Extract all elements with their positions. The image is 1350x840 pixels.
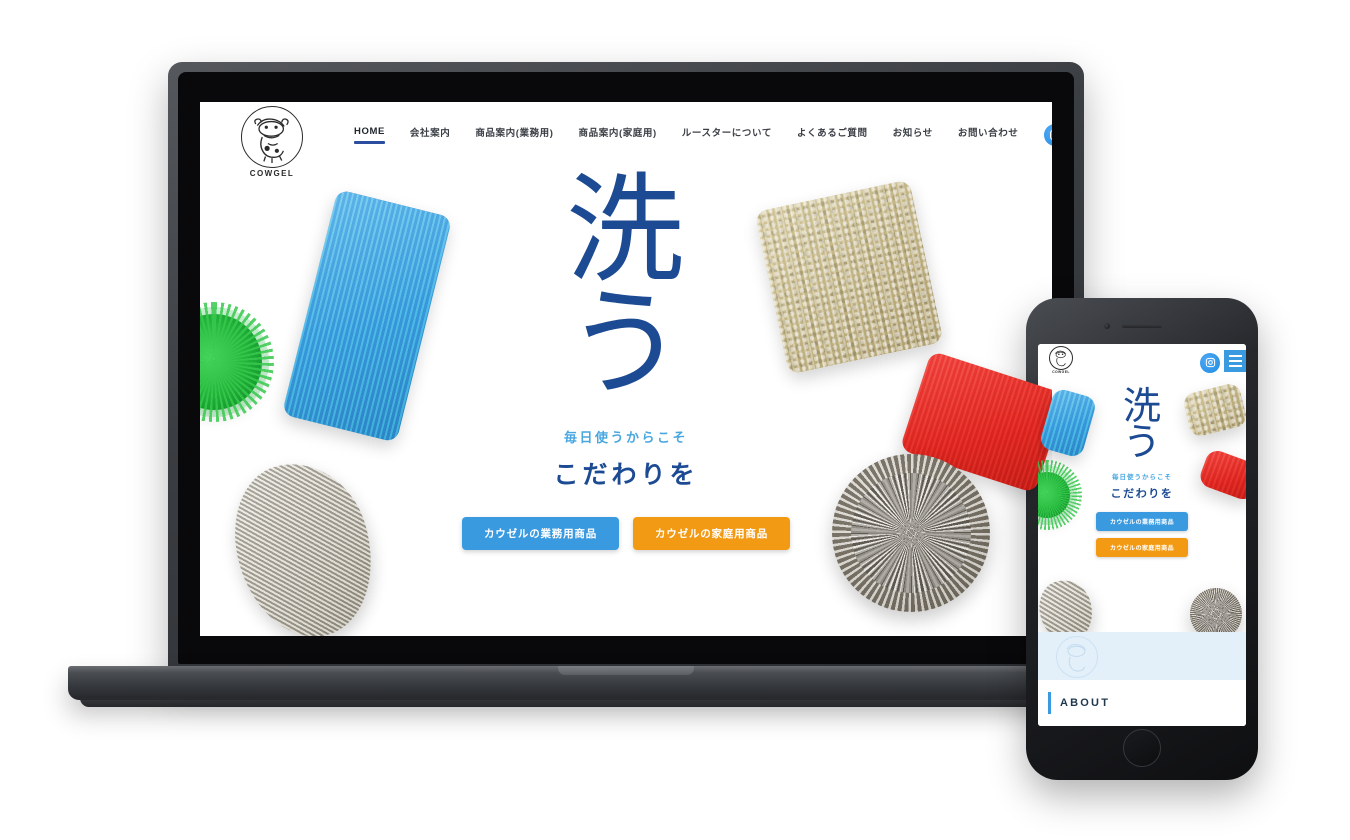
about-section-heading: ABOUT xyxy=(1060,697,1111,709)
nav-item-home[interactable]: HOME xyxy=(354,126,385,144)
mobile-hero-kanji-line-2: う xyxy=(1122,420,1161,465)
cow-logo-icon xyxy=(241,106,303,168)
hero-cta-row: カウゼルの業務用商品 カウゼルの家庭用商品 xyxy=(462,516,790,550)
instagram-icon[interactable] xyxy=(1200,352,1220,373)
mobile-cta-commercial-products-button[interactable]: カウゼルの業務用商品 xyxy=(1095,511,1188,531)
nav-item-contact[interactable]: お問い合わせ xyxy=(958,125,1019,146)
laptop-base-shadow xyxy=(80,698,1172,707)
brand-wordmark: COWGEL xyxy=(249,169,295,178)
primary-nav-list: HOME 会社案内 商品案内(業務用) 商品案内(家庭用) ルースターについて … xyxy=(354,125,1018,146)
mobile-cta-household-products-button[interactable]: カウゼルの家庭用商品 xyxy=(1095,537,1188,557)
site-header-nav: COWGEL HOME 会社案内 商品案内(業務用) 商品案内(家庭用) ルース… xyxy=(200,102,1052,178)
mobile-about-section: ABOUT xyxy=(1038,680,1246,726)
phone-front-camera-icon xyxy=(1104,323,1110,329)
hero-content: 洗 う 毎日使うからこそ こだわりを カウゼルの業務用商品 カウゼルの家庭用商品 xyxy=(200,161,1052,550)
site-logo[interactable]: COWGEL xyxy=(232,102,312,182)
hamburger-menu-icon[interactable] xyxy=(1224,349,1246,372)
mobile-hero-kanji-line-1: 洗 xyxy=(1122,384,1161,428)
mobile-hero-kanji: 洗 う xyxy=(1122,384,1161,465)
mobile-header: COWGEL xyxy=(1038,344,1246,378)
hero-kanji: 洗 う xyxy=(565,161,686,413)
cta-commercial-products-button[interactable]: カウゼルの業務用商品 xyxy=(462,516,619,550)
cta-household-products-button[interactable]: カウゼルの家庭用商品 xyxy=(633,516,790,550)
nav-item-products-household[interactable]: 商品案内(家庭用) xyxy=(579,125,657,146)
mobile-hero-content: 洗 う 毎日使うからこそ こだわりを カウゼルの業務用商品 カウゼルの家庭用商品 xyxy=(1038,384,1246,557)
mobile-header-actions xyxy=(1200,349,1246,373)
mobile-hero-tagline-small: 毎日使うからこそ xyxy=(1112,473,1172,481)
hero-tagline-large: こだわりを xyxy=(553,460,699,489)
nav-item-company[interactable]: 会社案内 xyxy=(410,125,450,146)
about-accent-bar xyxy=(1048,692,1051,714)
hero-tagline-small: 毎日使うからこそ xyxy=(563,429,688,445)
phone-home-button[interactable] xyxy=(1123,729,1161,767)
mobile-website-screen: COWGEL 洗 う 毎日使うからこそ こだわりを カウゼルの業務用商品 カウゼ… xyxy=(1038,344,1246,726)
cow-logo-watermark-icon xyxy=(1056,636,1098,678)
cow-logo-icon xyxy=(1049,346,1073,370)
hero-kanji-line-1: 洗 xyxy=(565,161,686,299)
desktop-hero-section: COWGEL HOME 会社案内 商品案内(業務用) 商品案内(家庭用) ルース… xyxy=(200,102,1052,636)
phone-mockup: COWGEL 洗 う 毎日使うからこそ こだわりを カウゼルの業務用商品 カウゼ… xyxy=(1026,298,1258,780)
laptop-trackpad-notch xyxy=(558,666,694,675)
hero-kanji-line-2: う xyxy=(565,274,686,413)
cow-illustration-icon xyxy=(254,118,289,163)
laptop-lid: COWGEL HOME 会社案内 商品案内(業務用) 商品案内(家庭用) ルース… xyxy=(168,62,1084,674)
mobile-hero-tagline-large: こだわりを xyxy=(1110,487,1174,500)
laptop-mockup: COWGEL HOME 会社案内 商品案内(業務用) 商品案内(家庭用) ルース… xyxy=(68,62,1184,707)
mobile-brand-wordmark: COWGEL xyxy=(1052,370,1070,374)
mobile-hero-section: COWGEL 洗 う 毎日使うからこそ こだわりを カウゼルの業務用商品 カウゼ… xyxy=(1038,344,1246,726)
nav-item-news[interactable]: お知らせ xyxy=(893,125,933,146)
phone-earpiece-speaker xyxy=(1122,324,1162,328)
laptop-bezel: COWGEL HOME 会社案内 商品案内(業務用) 商品案内(家庭用) ルース… xyxy=(178,72,1074,664)
desktop-website-screen: COWGEL HOME 会社案内 商品案内(業務用) 商品案内(家庭用) ルース… xyxy=(200,102,1052,636)
phone-body: COWGEL 洗 う 毎日使うからこそ こだわりを カウゼルの業務用商品 カウゼ… xyxy=(1026,298,1258,780)
mobile-site-logo[interactable]: COWGEL xyxy=(1046,346,1076,376)
nav-item-about-rooster[interactable]: ルースターについて xyxy=(682,125,772,146)
instagram-icon[interactable] xyxy=(1044,124,1052,146)
laptop-base xyxy=(68,666,1184,700)
nav-item-products-commercial[interactable]: 商品案内(業務用) xyxy=(475,125,553,146)
mobile-watermark-panel xyxy=(1038,632,1246,680)
nav-item-faq[interactable]: よくあるご質問 xyxy=(797,125,868,146)
